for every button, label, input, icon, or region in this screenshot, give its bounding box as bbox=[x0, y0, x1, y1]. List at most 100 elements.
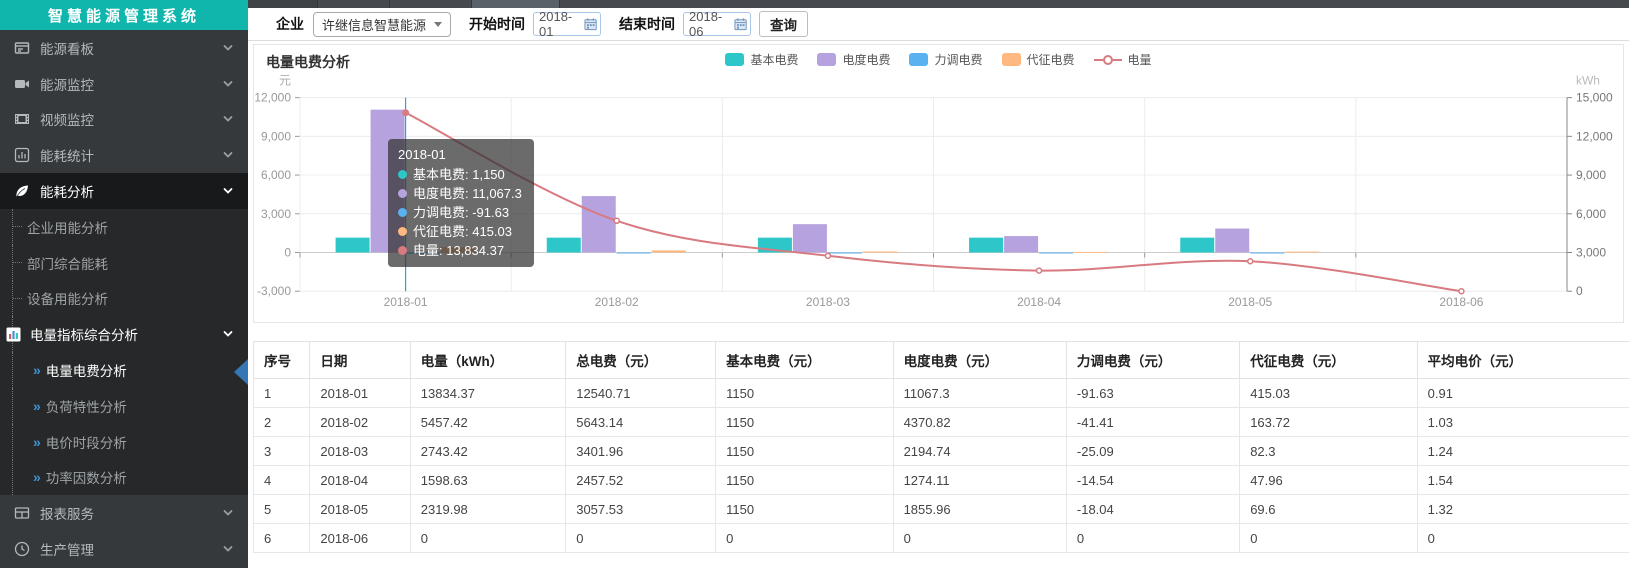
svg-text:12,000: 12,000 bbox=[1576, 129, 1613, 143]
table-row: 12018-0113834.3712540.71115011067.3-91.6… bbox=[254, 379, 1629, 408]
legend-label: 基本电费 bbox=[750, 51, 798, 68]
power-fee-table: 序号日期电量（kWh）总电费（元）基本电费（元）电度电费（元）力调电费（元）代征… bbox=[253, 341, 1629, 553]
series-dot bbox=[398, 189, 407, 198]
camera-icon bbox=[14, 76, 30, 92]
sidebar-item-label: 生产管理 bbox=[40, 539, 222, 559]
company-select[interactable]: 许继信息智慧能源 bbox=[313, 12, 451, 37]
sidebar-item-energy-dashboard[interactable]: 能源看板 bbox=[0, 30, 248, 66]
sidebar: 智慧能源管理系统 能源看板能源监控视频监控能耗统计能耗分析企业用能分析部门综合能… bbox=[0, 0, 248, 568]
column-header: 代征电费（元） bbox=[1240, 342, 1417, 379]
legend-swatch bbox=[1002, 53, 1021, 66]
table-cell: 2018-01 bbox=[310, 379, 410, 408]
sidebar-item-energy-monitor[interactable]: 能源监控 bbox=[0, 66, 248, 102]
top-tab-segment[interactable] bbox=[248, 0, 318, 8]
table-cell: 1.24 bbox=[1417, 437, 1629, 466]
chevron-down-icon[interactable] bbox=[222, 328, 234, 340]
sidebar-item-load-characteristic-analysis[interactable]: » 负荷特性分析 bbox=[0, 388, 248, 424]
table-header-row: 序号日期电量（kWh）总电费（元）基本电费（元）电度电费（元）力调电费（元）代征… bbox=[254, 342, 1629, 379]
calendar-icon[interactable] bbox=[584, 17, 597, 31]
tree-line bbox=[12, 388, 13, 424]
sidebar-item-power-factor-analysis[interactable]: »功率因数分析 bbox=[0, 460, 248, 496]
table-cell: 2018-02 bbox=[310, 408, 410, 437]
table-cell: 1274.11 bbox=[893, 466, 1066, 495]
tree-stub bbox=[13, 262, 22, 263]
table-cell: 0 bbox=[566, 524, 716, 553]
company-label: 企业 bbox=[276, 14, 304, 34]
sidebar-menu: 能源看板能源监控视频监控能耗统计能耗分析企业用能分析部门综合能耗设备用能分析电量… bbox=[0, 30, 248, 567]
leaf-icon bbox=[14, 183, 30, 199]
double-arrow-icon: » bbox=[33, 469, 41, 485]
chevron-down-icon[interactable] bbox=[222, 149, 234, 161]
chevron-down-icon[interactable] bbox=[222, 78, 234, 90]
table-cell: 415.03 bbox=[1240, 379, 1417, 408]
svg-text:6,000: 6,000 bbox=[1576, 207, 1606, 221]
tooltip-row: 基本电费: 1,150 bbox=[398, 165, 522, 184]
tooltip-row: 力调电费: -91.63 bbox=[398, 203, 522, 222]
chevron-down-icon[interactable] bbox=[222, 113, 234, 125]
table-cell: 1.03 bbox=[1417, 408, 1629, 437]
table-cell: 2319.98 bbox=[410, 495, 565, 524]
table-cell: 2018-04 bbox=[310, 466, 410, 495]
film-icon bbox=[14, 111, 30, 127]
table-row: 32018-032743.423401.9611502194.74-25.098… bbox=[254, 437, 1629, 466]
svg-text:15,000: 15,000 bbox=[1576, 91, 1613, 105]
end-date-input[interactable]: 2018-06 bbox=[683, 12, 751, 36]
company-select-value: 许继信息智慧能源 bbox=[322, 15, 426, 34]
sidebar-item-price-period-analysis[interactable]: »电价时段分析 bbox=[0, 424, 248, 460]
table-cell: 2018-06 bbox=[310, 524, 410, 553]
sidebar-item-power-index-analysis[interactable]: 电量指标综合分析 bbox=[0, 316, 248, 352]
table-cell: 1150 bbox=[716, 379, 893, 408]
table-cell: 1.54 bbox=[1417, 466, 1629, 495]
legend-item-电度电费[interactable]: 电度电费 bbox=[817, 51, 890, 68]
svg-text:元: 元 bbox=[279, 74, 291, 88]
chevron-down-icon[interactable] bbox=[222, 185, 234, 197]
table-cell: 1150 bbox=[716, 495, 893, 524]
query-button[interactable]: 查询 bbox=[759, 11, 808, 37]
table-cell: -91.63 bbox=[1066, 379, 1239, 408]
sidebar-item-label: 负荷特性分析 bbox=[46, 396, 248, 416]
legend-item-电量[interactable]: 电量 bbox=[1094, 51, 1152, 68]
sidebar-item-enterprise-energy-analysis[interactable]: 企业用能分析 bbox=[0, 209, 248, 245]
top-tab-segment[interactable] bbox=[472, 0, 560, 8]
table-row: 62018-060000000 bbox=[254, 524, 1629, 553]
tree-line bbox=[12, 352, 13, 388]
sidebar-item-energy-analysis[interactable]: 能耗分析 bbox=[0, 173, 248, 209]
tooltip-row-text: 基本电费: 1,150 bbox=[413, 165, 505, 184]
sidebar-item-department-energy[interactable]: 部门综合能耗 bbox=[0, 245, 248, 281]
sidebar-item-production-management[interactable]: 生产管理 bbox=[0, 531, 248, 567]
sidebar-item-energy-stats[interactable]: 能耗统计 bbox=[0, 137, 248, 173]
legend-label: 代征电费 bbox=[1027, 51, 1075, 68]
tooltip-row-text: 电度电费: 11,067.3 bbox=[413, 184, 522, 203]
top-tab-segment[interactable] bbox=[318, 0, 390, 8]
legend-item-基本电费[interactable]: 基本电费 bbox=[725, 51, 798, 68]
legend-item-力调电费[interactable]: 力调电费 bbox=[909, 51, 982, 68]
sidebar-item-video-monitor[interactable]: 视频监控 bbox=[0, 102, 248, 138]
table-cell: 82.3 bbox=[1240, 437, 1417, 466]
table-cell: 0 bbox=[716, 524, 893, 553]
double-arrow-icon: » bbox=[33, 398, 41, 414]
svg-text:2018-02: 2018-02 bbox=[595, 295, 639, 309]
legend-swatch bbox=[909, 53, 928, 66]
svg-text:12,000: 12,000 bbox=[254, 91, 291, 105]
chevron-down-icon[interactable] bbox=[222, 42, 234, 54]
line-legend-icon bbox=[1094, 54, 1122, 66]
chevron-down-icon[interactable] bbox=[222, 507, 234, 519]
start-date-input[interactable]: 2018-01 bbox=[533, 12, 601, 36]
table-cell: 163.72 bbox=[1240, 408, 1417, 437]
start-date-value: 2018-01 bbox=[539, 9, 584, 39]
table-cell: 13834.37 bbox=[410, 379, 565, 408]
series-dot bbox=[398, 208, 407, 217]
column-header: 总电费（元） bbox=[566, 342, 716, 379]
chevron-down-icon[interactable] bbox=[222, 543, 234, 555]
top-tab-segment[interactable] bbox=[390, 0, 472, 8]
table-cell: 5457.42 bbox=[410, 408, 565, 437]
sidebar-item-power-fee-analysis[interactable]: »电量电费分析 bbox=[0, 352, 248, 388]
sidebar-item-report-service[interactable]: 报表服务 bbox=[0, 495, 248, 531]
legend-label: 电量 bbox=[1128, 51, 1152, 68]
sidebar-item-device-energy-analysis[interactable]: 设备用能分析 bbox=[0, 281, 248, 317]
legend-item-代征电费[interactable]: 代征电费 bbox=[1002, 51, 1075, 68]
sidebar-collapse-arrow[interactable] bbox=[234, 359, 248, 385]
calendar-icon[interactable] bbox=[734, 17, 747, 31]
top-tab-strip bbox=[248, 0, 1629, 8]
tree-stub bbox=[13, 226, 22, 227]
